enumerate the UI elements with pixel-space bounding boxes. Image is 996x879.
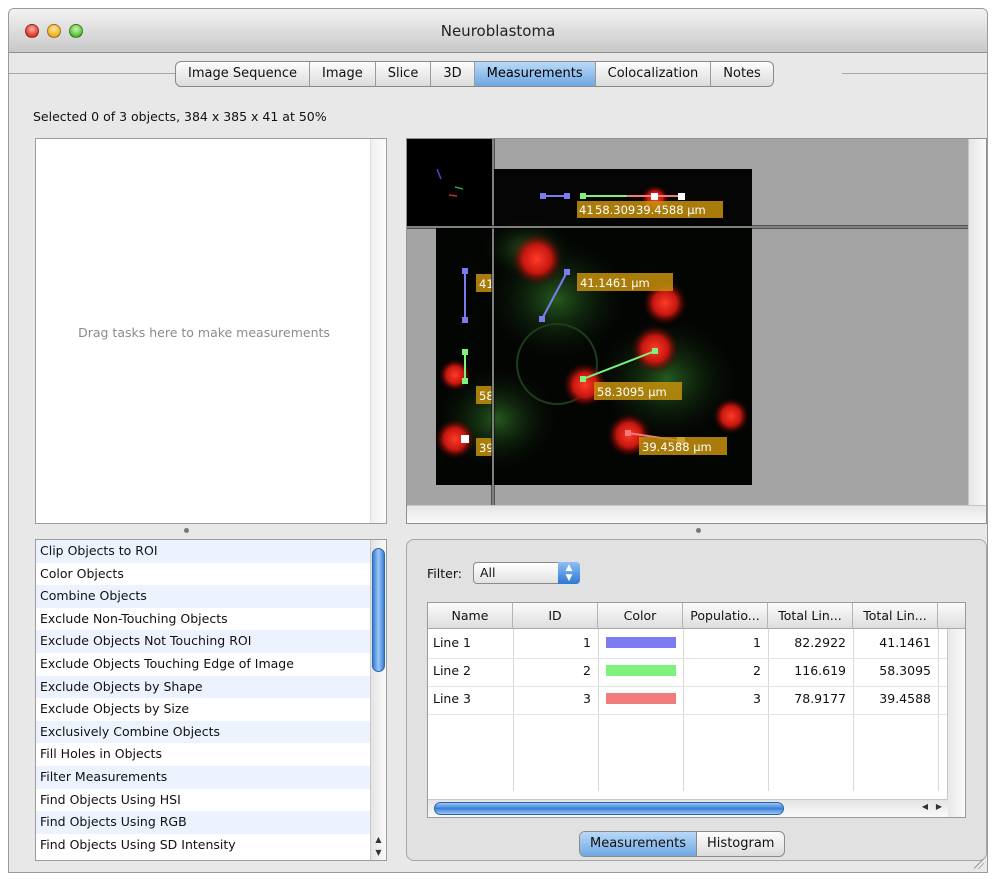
task-drop-placeholder: Drag tasks here to make measurements <box>78 325 330 340</box>
task-item-exclusively-combine[interactable]: Exclusively Combine Objects <box>36 720 386 744</box>
column-header-population[interactable]: Populatio... <box>683 603 768 629</box>
column-header-name[interactable]: Name <box>428 603 513 629</box>
row-3-name: Line 3 <box>433 691 471 706</box>
scroll-down-arrow-icon[interactable]: ▼ <box>372 846 385 859</box>
row-2-population: 2 <box>753 663 761 678</box>
title-bar[interactable]: Neuroblastoma <box>9 9 987 53</box>
row-1-color-swatch <box>606 637 676 648</box>
row-1-population: 1 <box>753 635 761 650</box>
row-1-name: Line 1 <box>433 635 471 650</box>
tab-notes[interactable]: Notes <box>711 62 773 86</box>
select-stepper-icon[interactable]: ▲ ▼ <box>558 562 580 584</box>
task-item-exclude-by-size[interactable]: Exclude Objects by Size <box>36 698 386 721</box>
scroll-right-arrow-icon[interactable]: ▶ <box>936 802 942 811</box>
task-drop-area[interactable]: Drag tasks here to make measurements <box>35 138 387 524</box>
row-2-id: 2 <box>583 663 591 678</box>
task-item-exclude-non-touching[interactable]: Exclude Non-Touching Objects <box>36 608 386 631</box>
splitter-handle-right[interactable] <box>696 528 701 533</box>
yz-label-3: 39 <box>479 441 494 455</box>
view-segmented-control: Measurements Histogram <box>579 831 786 857</box>
filter-select[interactable]: All ▲ ▼ <box>473 562 580 584</box>
yz-label-2: 58 <box>479 389 494 403</box>
task-item-clip-objects-to-roi[interactable]: Clip Objects to ROI <box>36 540 386 563</box>
tab-image-sequence[interactable]: Image Sequence <box>176 62 310 86</box>
tab-measurements[interactable]: Measurements <box>474 62 596 86</box>
orthogonal-view-canvas[interactable]: 41 58.309 39.4588 µm 41 58 39 41.1461 µm… <box>407 139 987 524</box>
column-header-id[interactable]: ID <box>513 603 598 629</box>
column-header-total-length-2[interactable]: Total Lin... <box>853 603 938 629</box>
tab-divider-right <box>842 73 987 74</box>
selection-status: Selected 0 of 3 objects, 384 x 385 x 41 … <box>33 109 327 124</box>
segment-histogram[interactable]: Histogram <box>697 832 784 856</box>
task-list: Clip Objects to ROI Color Objects Combin… <box>35 539 387 861</box>
xz-label-b: 58.309 <box>595 203 635 217</box>
table-scroll-thumb[interactable] <box>434 802 784 815</box>
row-3-id: 3 <box>583 691 591 706</box>
column-header-color[interactable]: Color <box>598 603 683 629</box>
tab-colocalization[interactable]: Colocalization <box>596 62 712 86</box>
xz-label-a: 41 <box>579 203 594 217</box>
row-1-id: 1 <box>583 635 591 650</box>
line-2-label: 58.3095 µm <box>597 385 667 399</box>
row-2-total-2: 58.3095 <box>879 663 931 678</box>
task-item-exclude-touching-edge[interactable]: Exclude Objects Touching Edge of Image <box>36 653 386 676</box>
task-item-color-objects[interactable]: Color Objects <box>36 563 386 586</box>
tab-3d[interactable]: 3D <box>431 62 475 86</box>
table-horizontal-scrollbar[interactable]: ◀ ▶ <box>428 799 948 817</box>
measurements-panel: Filter: All ▲ ▼ Name ID Color Populatio..… <box>406 539 987 861</box>
tab-divider-left <box>9 73 175 74</box>
table-vertical-scrollbar[interactable] <box>947 629 965 817</box>
row-3-color-swatch <box>606 693 676 704</box>
main-tab-bar: Image Sequence Image Slice 3D Measuremen… <box>175 61 774 87</box>
xz-label-c: 39.4588 µm <box>636 203 706 217</box>
row-1-total-2: 41.1461 <box>879 635 931 650</box>
yz-label-1: 41 <box>479 277 494 291</box>
table-header: Name ID Color Populatio... Total Lin... … <box>428 603 965 629</box>
task-list-scrollbar[interactable]: ▲ ▼ <box>370 540 386 860</box>
measurements-table: Name ID Color Populatio... Total Lin... … <box>427 602 966 818</box>
filter-value: All <box>480 565 496 580</box>
row-3-total-1: 78.9177 <box>794 691 846 706</box>
resize-grip-icon[interactable] <box>974 859 984 869</box>
line-1-label: 41.1461 µm <box>580 276 650 290</box>
segment-measurements[interactable]: Measurements <box>580 832 698 856</box>
row-2-name: Line 2 <box>433 663 471 678</box>
task-item-filter-measurements[interactable]: Filter Measurements <box>36 765 386 789</box>
column-header-total-length-1[interactable]: Total Lin... <box>768 603 853 629</box>
tab-slice[interactable]: Slice <box>376 62 432 86</box>
line-3-label: 39.4588 µm <box>642 440 712 454</box>
scroll-up-arrow-icon[interactable]: ▲ <box>372 833 385 846</box>
row-2-total-1: 116.619 <box>794 663 846 678</box>
row-1-total-1: 82.2922 <box>794 635 846 650</box>
task-item-find-hsi[interactable]: Find Objects Using HSI <box>36 789 386 812</box>
tab-image[interactable]: Image <box>310 62 376 86</box>
filter-label: Filter: <box>427 566 462 581</box>
row-3-population: 3 <box>753 691 761 706</box>
row-2-color-swatch <box>606 665 676 676</box>
image-viewer[interactable]: 41 58.309 39.4588 µm 41 58 39 41.1461 µm… <box>406 138 987 524</box>
corner-view-image <box>407 139 493 225</box>
task-item-combine-objects[interactable]: Combine Objects <box>36 585 386 608</box>
task-item-fill-holes[interactable]: Fill Holes in Objects <box>36 743 386 766</box>
viewer-vertical-scrollbar[interactable] <box>968 139 986 507</box>
task-list-scroll-thumb[interactable] <box>372 548 385 672</box>
splitter-handle-left[interactable] <box>184 528 189 533</box>
task-drop-scrollbar[interactable] <box>370 139 386 523</box>
task-item-find-rgb[interactable]: Find Objects Using RGB <box>36 811 386 834</box>
main-window: Neuroblastoma Image Sequence Image Slice… <box>8 8 988 873</box>
window-title: Neuroblastoma <box>440 22 556 40</box>
row-3-total-2: 39.4588 <box>879 691 931 706</box>
scroll-left-arrow-icon[interactable]: ◀ <box>922 802 928 811</box>
task-item-exclude-by-shape[interactable]: Exclude Objects by Shape <box>36 675 386 699</box>
task-item-exclude-not-touching-roi[interactable]: Exclude Objects Not Touching ROI <box>36 630 386 653</box>
viewer-horizontal-scrollbar[interactable] <box>407 505 986 523</box>
task-item-find-sd-intensity[interactable]: Find Objects Using SD Intensity <box>36 834 386 857</box>
